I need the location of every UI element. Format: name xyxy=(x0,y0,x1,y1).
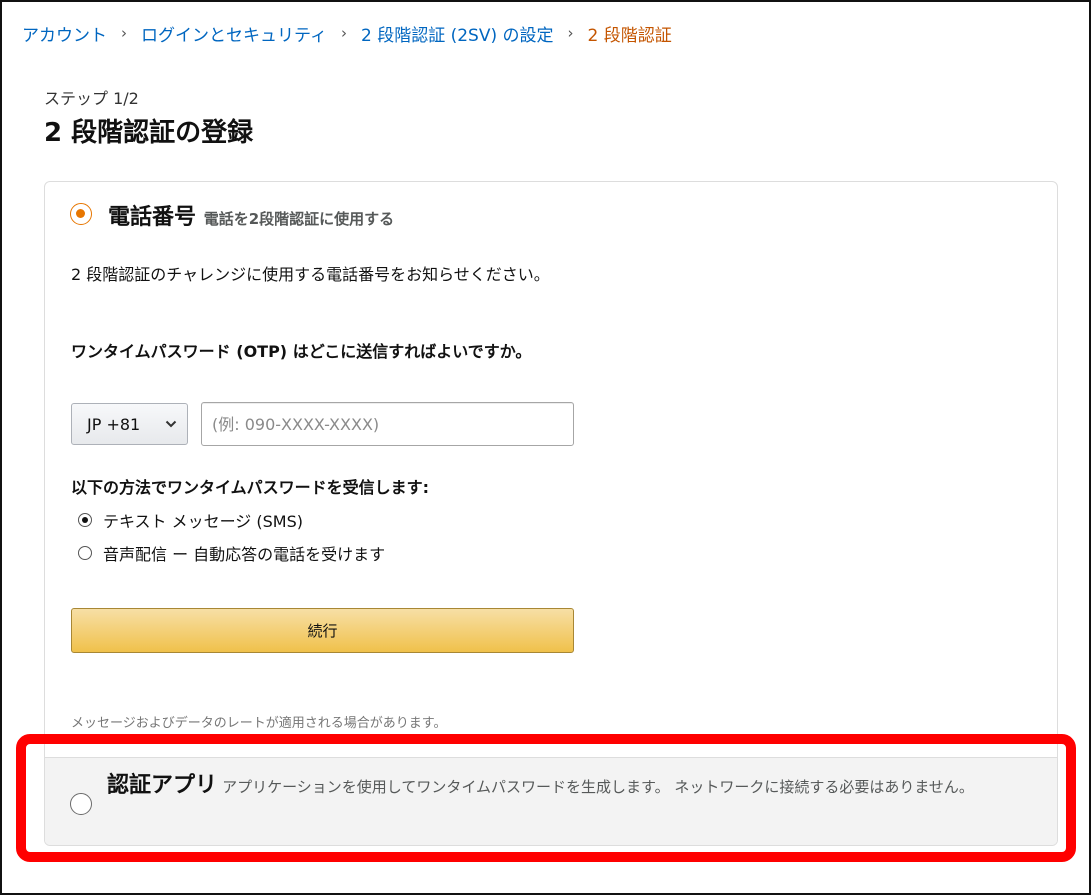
breadcrumb-separator: › xyxy=(567,24,574,42)
page-frame: アカウント › ログインとセキュリティ › 2 段階認証 (2SV) の設定 ›… xyxy=(0,0,1091,895)
app-option-text: 認証アプリ アプリケーションを使用してワンタイムパスワードを生成します。 ネット… xyxy=(107,772,1037,801)
continue-button[interactable]: 続行 xyxy=(71,608,574,653)
page-title: 2 段階認証の登録 xyxy=(44,118,254,148)
breadcrumb-current: 2 段階認証 xyxy=(587,25,672,46)
method-label: 以下の方法でワンタイムパスワードを受信します: xyxy=(71,478,430,497)
chevron-down-icon xyxy=(165,420,177,428)
sms-radio[interactable] xyxy=(78,513,92,527)
sms-label[interactable]: テキスト メッセージ (SMS) xyxy=(103,508,303,532)
phone-instruction: 2 段階認証のチャレンジに使用する電話番号をお知らせください。 xyxy=(71,265,550,284)
phone-number-input[interactable] xyxy=(201,402,574,446)
breadcrumb-separator: › xyxy=(121,24,127,42)
option-box: 電話番号 電話を2段階認証に使用する 2 段階認証のチャレンジに使用する電話番号… xyxy=(44,181,1058,846)
country-code-value: JP +81 xyxy=(87,414,141,434)
phone-option-title-row: 電話番号 電話を2段階認証に使用する xyxy=(108,199,394,231)
voice-label[interactable]: 音声配信 ー 自動応答の電話を受けます xyxy=(103,541,385,565)
breadcrumb-2sv-settings[interactable]: 2 段階認証 (2SV) の設定 xyxy=(361,21,554,46)
authenticator-app-option[interactable]: 認証アプリ アプリケーションを使用してワンタイムパスワードを生成します。 ネット… xyxy=(45,757,1057,845)
phone-option-title: 電話番号 xyxy=(108,205,197,230)
otp-question: ワンタイムパスワード (OTP) はどこに送信すればよいですか。 xyxy=(71,342,532,361)
app-option-radio[interactable] xyxy=(70,793,92,815)
breadcrumb: アカウント › ログインとセキュリティ › 2 段階認証 (2SV) の設定 ›… xyxy=(22,21,672,46)
breadcrumb-login-security[interactable]: ログインとセキュリティ xyxy=(141,21,327,46)
breadcrumb-separator: › xyxy=(340,24,347,42)
rate-note: メッセージおよびデータのレートが適用される場合があります。 xyxy=(71,716,447,731)
voice-radio[interactable] xyxy=(78,546,92,560)
phone-option-description: 電話を2段階認証に使用する xyxy=(203,210,395,228)
country-code-select[interactable]: JP +81 xyxy=(71,403,188,445)
breadcrumb-account[interactable]: アカウント xyxy=(22,21,107,46)
app-option-title: 認証アプリ xyxy=(107,773,218,798)
step-indicator: ステップ 1/2 xyxy=(44,89,139,108)
app-option-description: アプリケーションを使用してワンタイムパスワードを生成します。 ネットワークに接続… xyxy=(222,778,974,796)
phone-option-radio[interactable] xyxy=(70,203,92,225)
